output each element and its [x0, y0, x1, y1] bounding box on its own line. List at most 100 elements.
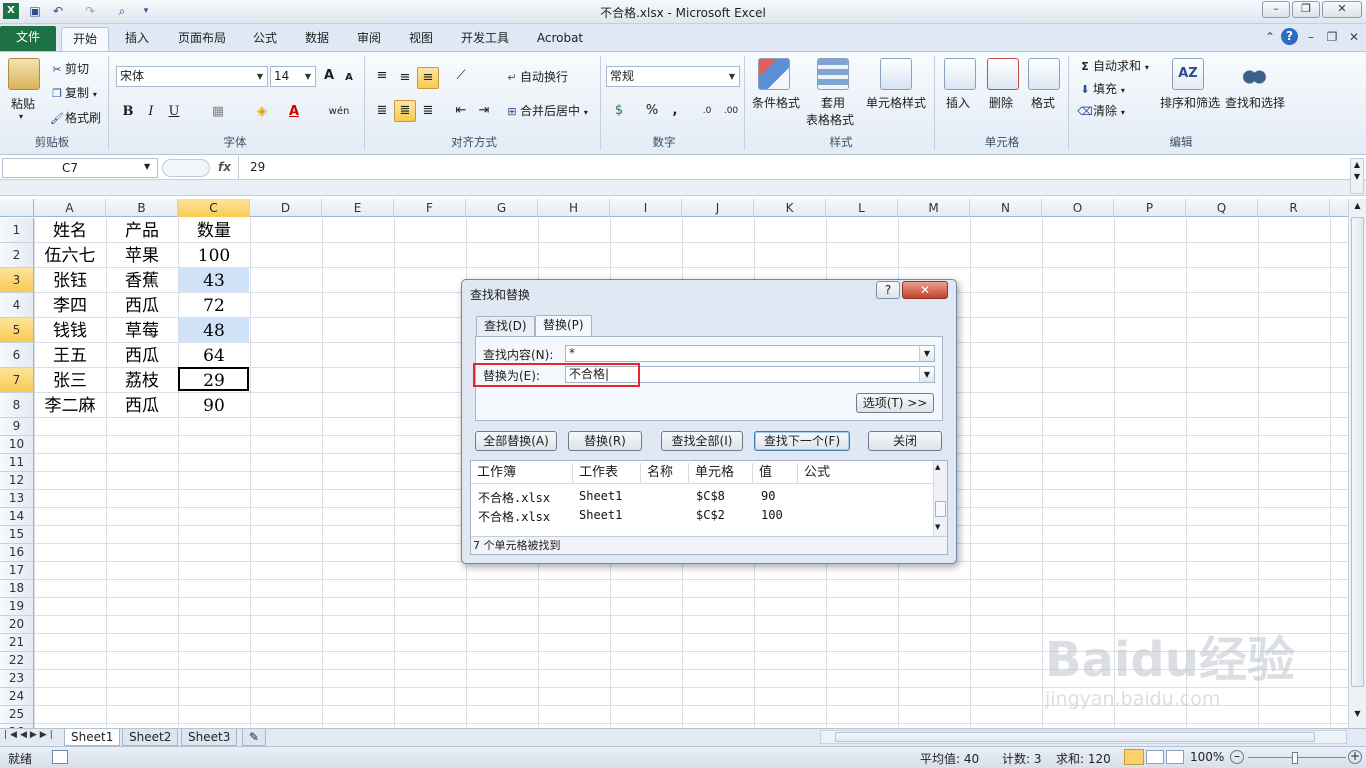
- tab-file[interactable]: 文件: [0, 26, 56, 51]
- tab-page-layout[interactable]: 页面布局: [170, 27, 234, 51]
- cell[interactable]: 48: [178, 319, 250, 343]
- cell[interactable]: 荔枝: [106, 369, 178, 393]
- underline-button[interactable]: U: [163, 101, 185, 123]
- row-header[interactable]: 7: [0, 368, 34, 393]
- autosum-button[interactable]: Σ 自动求和 ▾: [1077, 57, 1149, 75]
- cell[interactable]: 苹果: [106, 244, 178, 268]
- row-header[interactable]: 10: [0, 436, 34, 454]
- font-color-icon[interactable]: A: [283, 101, 305, 123]
- sheet-nav-icon[interactable]: |◀◀▶▶|: [4, 730, 56, 740]
- cell[interactable]: 李四: [34, 294, 106, 318]
- zoom-in-icon[interactable]: +: [1348, 750, 1362, 764]
- cell[interactable]: 100: [178, 244, 250, 268]
- tab-formulas[interactable]: 公式: [244, 27, 286, 51]
- row-header[interactable]: 19: [0, 598, 34, 616]
- border-icon[interactable]: ▦: [207, 101, 229, 123]
- doc-minimize-icon[interactable]: –: [1303, 29, 1319, 45]
- result-book[interactable]: 不合格.xlsx: [478, 489, 550, 506]
- column-header[interactable]: A: [34, 199, 106, 217]
- maximize-button[interactable]: ❐: [1292, 1, 1320, 18]
- formula-splitter[interactable]: [162, 159, 210, 177]
- column-header[interactable]: I: [610, 199, 682, 217]
- bold-button[interactable]: B: [117, 101, 139, 123]
- scroll-down-icon[interactable]: ▼: [1350, 709, 1365, 723]
- cell-styles-icon[interactable]: [880, 58, 912, 90]
- insert-cells-button[interactable]: 插入: [946, 94, 970, 111]
- column-header[interactable]: P: [1114, 199, 1186, 217]
- page-break-view-icon[interactable]: [1166, 750, 1184, 764]
- column-header[interactable]: N: [970, 199, 1042, 217]
- minimize-button[interactable]: –: [1262, 1, 1290, 18]
- cell[interactable]: 43: [178, 269, 250, 293]
- row-header[interactable]: 9: [0, 418, 34, 436]
- insert-sheet-icon[interactable]: ✎: [242, 729, 266, 746]
- column-header[interactable]: R: [1258, 199, 1330, 217]
- result-header[interactable]: 工作表: [573, 463, 641, 483]
- find-all-button[interactable]: 查找全部(I): [661, 431, 743, 451]
- cell-styles-button[interactable]: 单元格样式: [866, 94, 926, 111]
- fill-color-icon[interactable]: ◈: [251, 101, 273, 123]
- row-header[interactable]: 8: [0, 393, 34, 418]
- tab-view[interactable]: 视图: [400, 27, 442, 51]
- align-left-icon[interactable]: ≣: [371, 100, 393, 122]
- row-header[interactable]: 24: [0, 688, 34, 706]
- tab-insert[interactable]: 插入: [116, 27, 158, 51]
- cell[interactable]: 数量: [178, 219, 250, 243]
- cell[interactable]: 伍六七: [34, 244, 106, 268]
- chevron-down-icon[interactable]: ▼: [919, 346, 934, 361]
- percent-button[interactable]: %: [641, 100, 663, 122]
- sort-filter-icon[interactable]: AZ: [1172, 58, 1204, 90]
- find-what-input[interactable]: * ▼: [565, 345, 935, 362]
- dialog-close-x-button[interactable]: ✕: [902, 281, 948, 299]
- column-header[interactable]: G: [466, 199, 538, 217]
- dialog-help-button[interactable]: ?: [876, 281, 900, 299]
- wrap-text-button[interactable]: ↵ 自动换行: [504, 68, 568, 86]
- format-as-table-icon[interactable]: [817, 58, 849, 90]
- tab-review[interactable]: 审阅: [348, 27, 390, 51]
- paste-icon[interactable]: [8, 58, 40, 90]
- clear-button[interactable]: ⌫清除 ▾: [1077, 102, 1125, 120]
- vertical-scrollbar[interactable]: ▲ ▼: [1348, 199, 1366, 728]
- row-header[interactable]: 25: [0, 706, 34, 724]
- paste-dropdown-icon[interactable]: ▾: [19, 112, 23, 121]
- cut-button[interactable]: ✂ 剪切: [49, 60, 89, 78]
- column-header[interactable]: C: [178, 199, 250, 217]
- increase-indent-icon[interactable]: ⇥: [473, 100, 495, 122]
- page-layout-view-icon[interactable]: [1146, 750, 1164, 764]
- cell[interactable]: 72: [178, 294, 250, 318]
- align-bottom-icon[interactable]: ≡: [417, 67, 439, 89]
- result-header[interactable]: 值: [753, 463, 798, 483]
- fill-button[interactable]: ⬇ 填充 ▾: [1077, 80, 1124, 98]
- cell[interactable]: 王五: [34, 344, 106, 368]
- cell[interactable]: 西瓜: [106, 394, 178, 418]
- delete-cells-icon[interactable]: [987, 58, 1019, 90]
- row-header[interactable]: 15: [0, 526, 34, 544]
- zoom-level[interactable]: 100%: [1190, 750, 1224, 764]
- help-icon[interactable]: ?: [1281, 28, 1298, 45]
- options-button[interactable]: 选项(T) >>: [856, 393, 934, 413]
- row-header[interactable]: 11: [0, 454, 34, 472]
- cell[interactable]: 张钰: [34, 269, 106, 293]
- macro-record-icon[interactable]: [52, 750, 68, 764]
- copy-button[interactable]: ❐ 复制 ▾: [49, 84, 97, 102]
- row-header[interactable]: 4: [0, 293, 34, 318]
- zoom-slider-thumb[interactable]: [1292, 752, 1298, 764]
- row-header[interactable]: 17: [0, 562, 34, 580]
- column-header[interactable]: Q: [1186, 199, 1258, 217]
- grow-font-button[interactable]: A: [318, 65, 340, 87]
- format-as-table-button[interactable]: 套用: [821, 94, 845, 111]
- decrease-decimal-icon[interactable]: .00: [720, 100, 742, 122]
- find-select-button[interactable]: 查找和选择: [1225, 94, 1285, 111]
- close-window-button[interactable]: ✕: [1322, 1, 1362, 18]
- tab-developer[interactable]: 开发工具: [452, 27, 518, 51]
- result-sheet[interactable]: Sheet1: [579, 508, 622, 522]
- tab-acrobat[interactable]: Acrobat: [530, 27, 590, 51]
- align-center-icon[interactable]: ≣: [394, 100, 416, 122]
- tab-data[interactable]: 数据: [296, 27, 338, 51]
- comma-button[interactable]: ,: [664, 100, 686, 122]
- font-name-select[interactable]: 宋体 ▼: [116, 66, 268, 87]
- column-header[interactable]: M: [898, 199, 970, 217]
- select-all-button[interactable]: [0, 199, 34, 217]
- doc-close-icon[interactable]: ✕: [1346, 29, 1362, 45]
- name-box[interactable]: C7: [2, 158, 158, 178]
